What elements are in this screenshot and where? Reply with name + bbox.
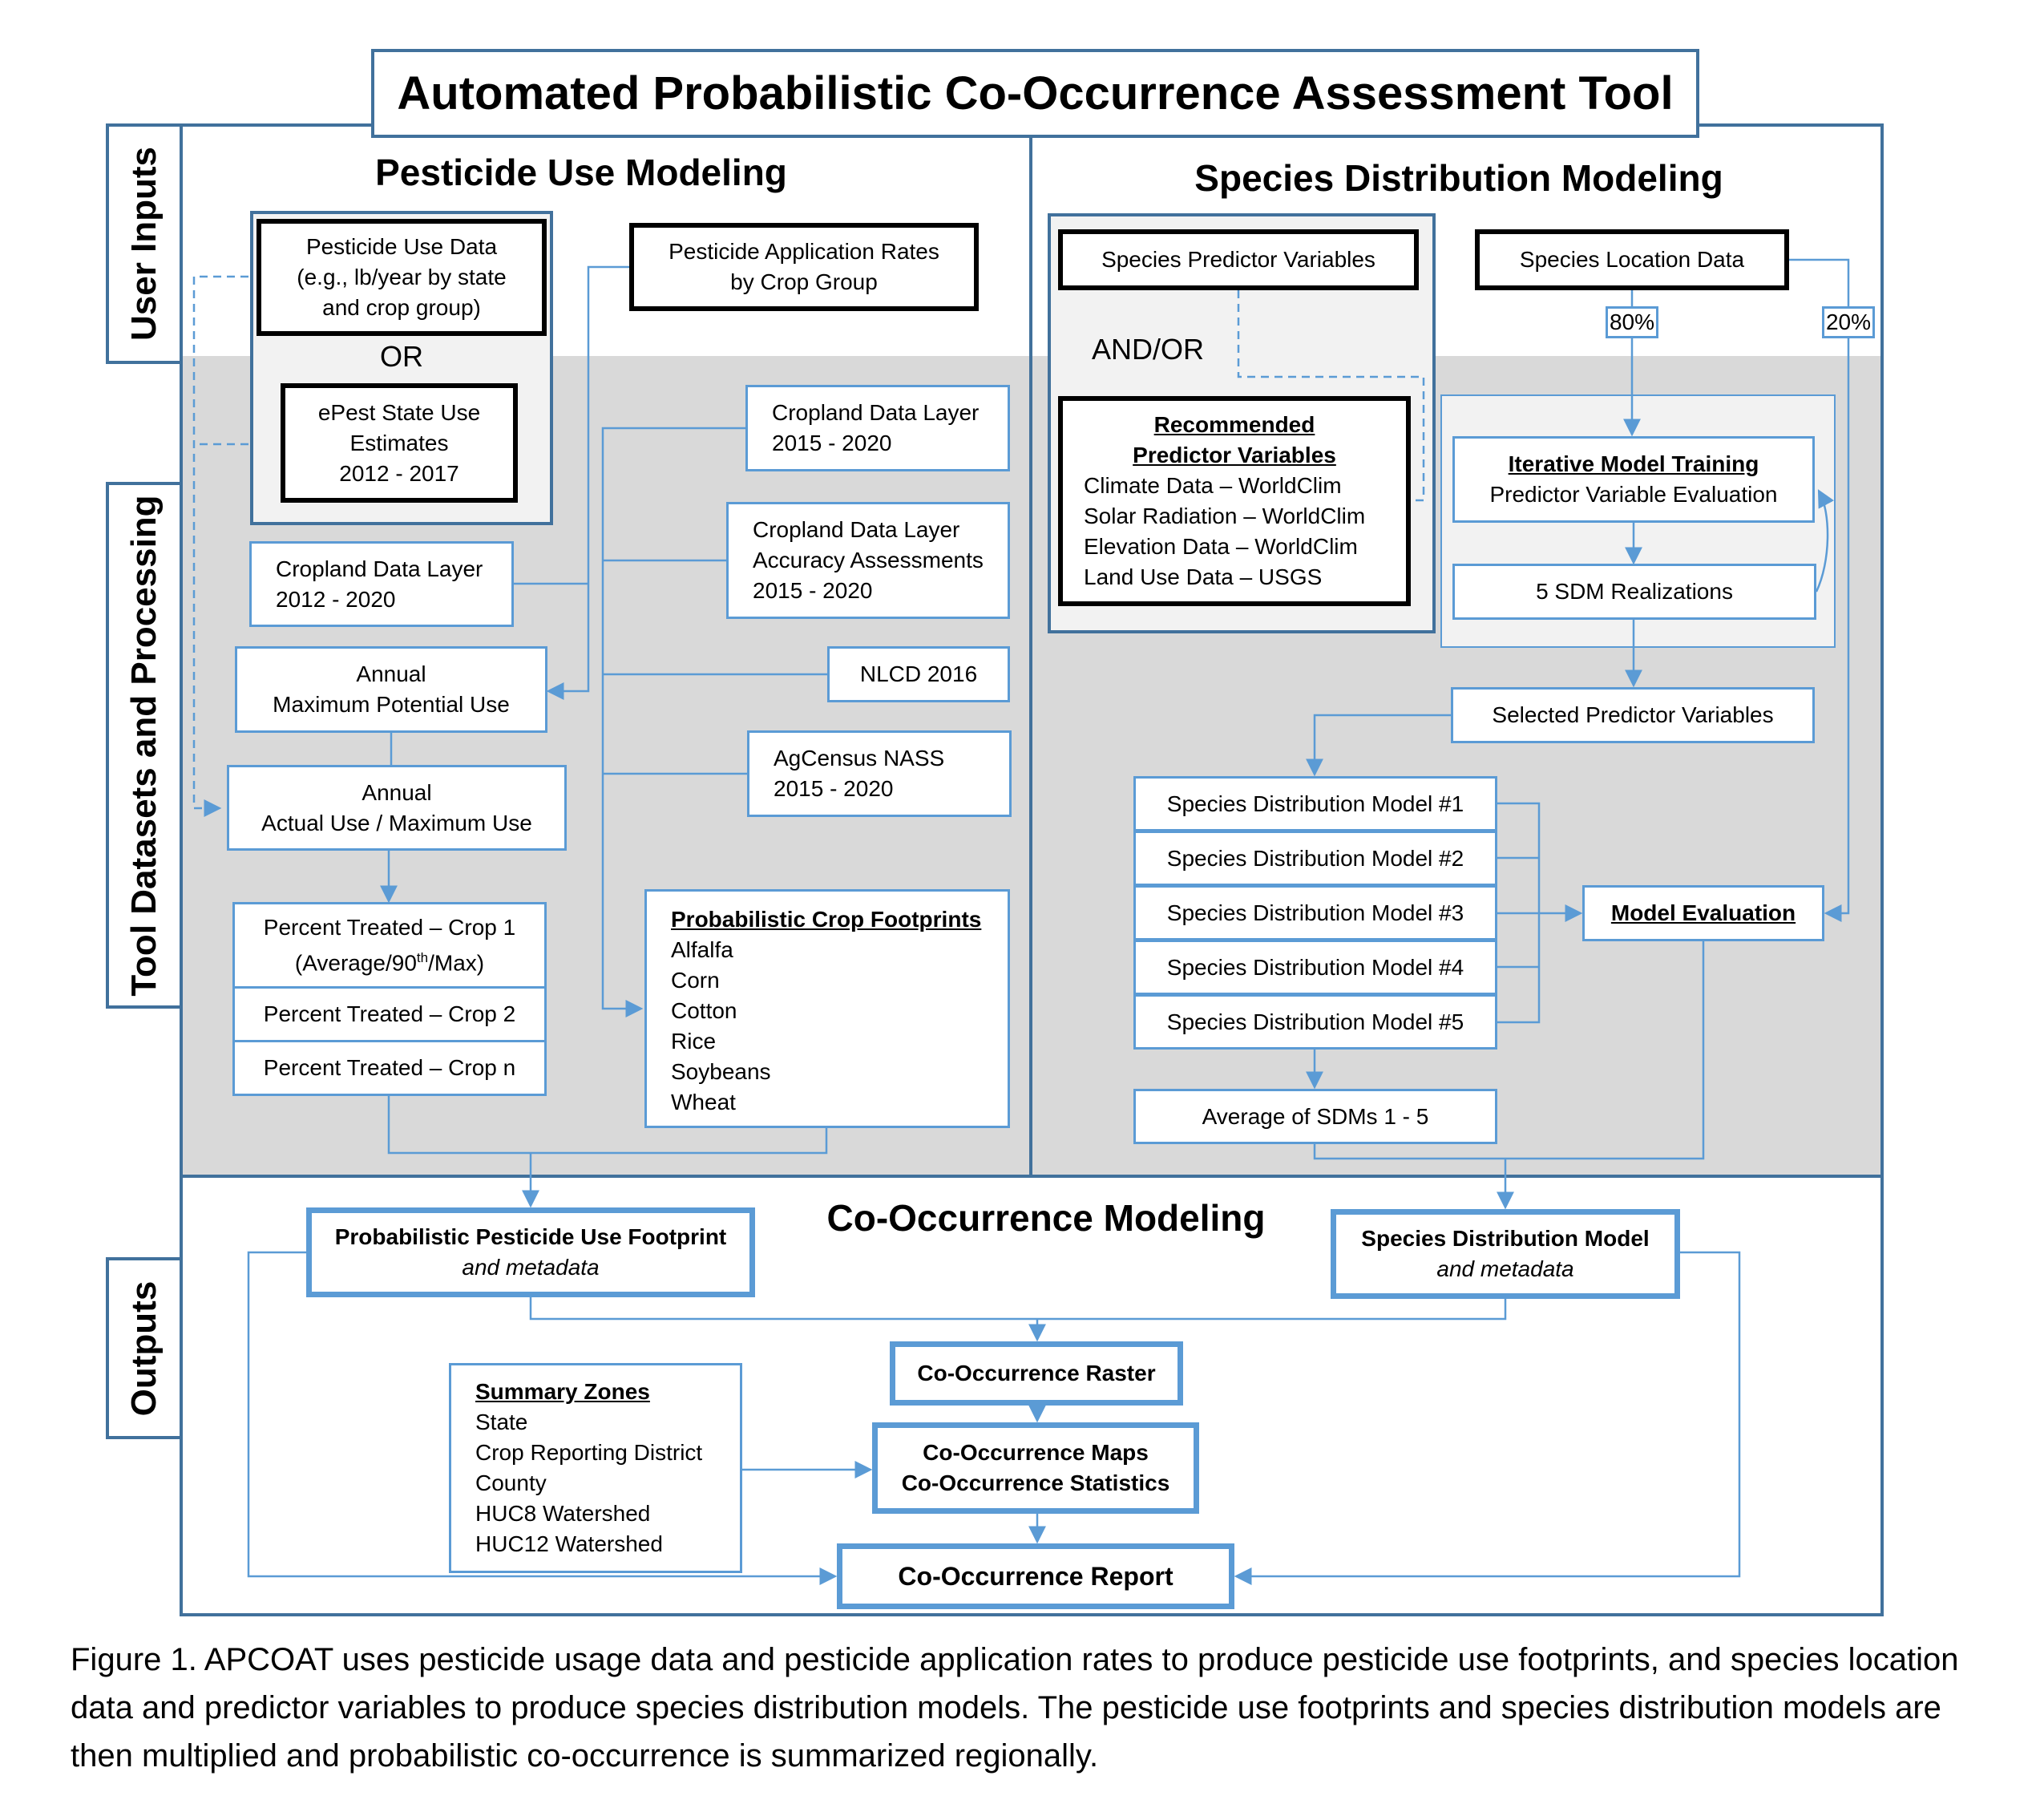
selected-to-models-connector	[1306, 714, 1451, 777]
realization-loop-connector	[1815, 489, 1835, 593]
app-rates-to-max-connector	[546, 265, 629, 700]
pct20-to-eval-connector	[1824, 338, 1850, 922]
location-20-connector	[1789, 258, 1850, 306]
outputs-to-raster-connector	[529, 1297, 1507, 1321]
figure-caption: Figure 1. APCOAT uses pesticide usage da…	[71, 1642, 1959, 1774]
diagram-canvas: User Inputs Tool Datasets and Processing…	[0, 0, 2044, 1804]
dashed-predictor-link-connector	[1237, 290, 1425, 502]
sdm-output-to-report-connector	[1234, 1251, 1741, 1585]
dataset-bus-connector	[601, 427, 745, 1017]
average-eval-merge-connector	[1313, 941, 1705, 1160]
dashed-input-bus-connector	[192, 275, 248, 817]
pesticide-output-to-report-connector	[247, 1251, 838, 1585]
pct-to-footprint-connector	[387, 1096, 828, 1155]
connector-layer	[192, 258, 1850, 1585]
